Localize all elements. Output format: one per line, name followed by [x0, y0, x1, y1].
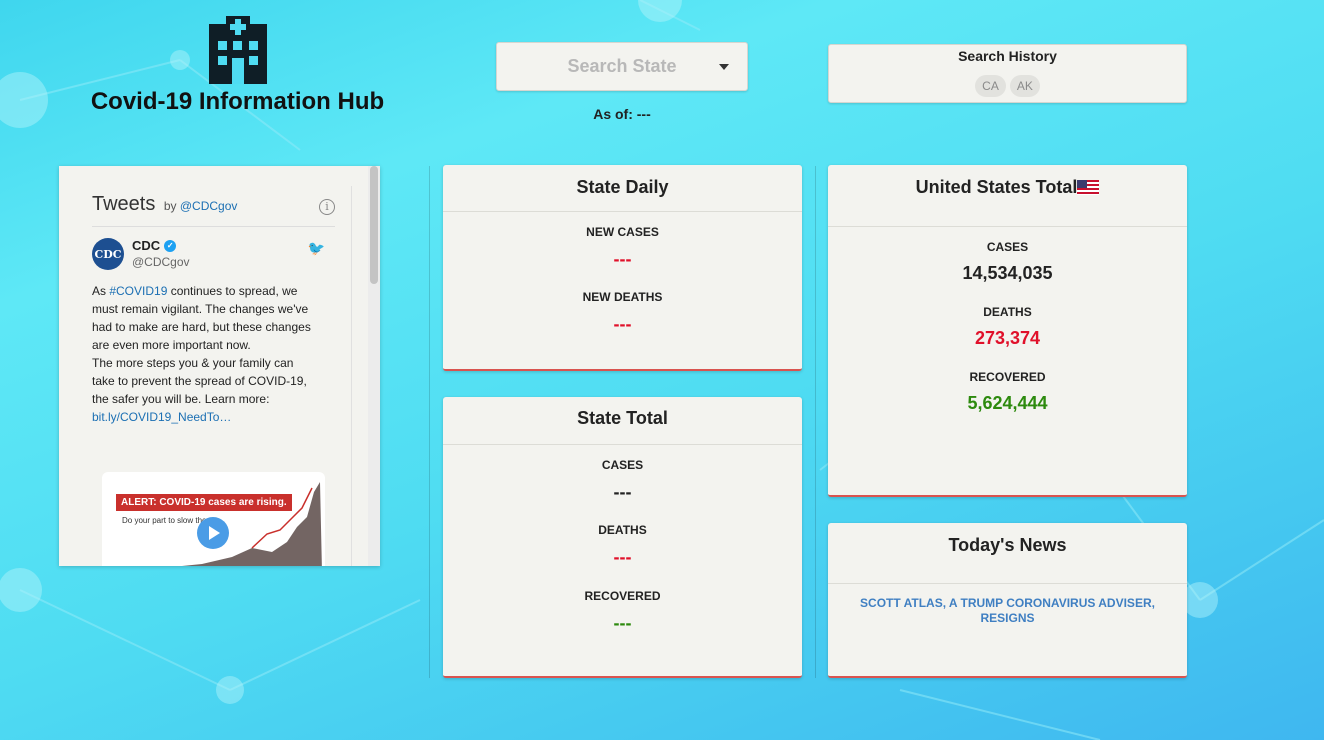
state-daily-title: State Daily — [576, 177, 669, 197]
search-history-panel: Search History CA AK — [828, 44, 1187, 103]
us-total-card: United States Total CASES 14,534,035 DEA… — [828, 165, 1187, 497]
tweet-body: As #COVID19 continues to spread, we must… — [92, 284, 311, 424]
us-deaths-label: DEATHS — [983, 305, 1032, 319]
state-total-card: State Total CASES --- DEATHS --- RECOVER… — [443, 397, 802, 678]
state-daily-card: State Daily NEW CASES --- NEW DEATHS --- — [443, 165, 802, 371]
author-handle: @CDCgov — [132, 255, 190, 269]
author-name[interactable]: CDC ✓ — [132, 238, 190, 253]
twitter-bird-icon[interactable]: 🐦 — [308, 240, 325, 257]
todays-news-card: Today's News SCOTT ATLAS, A TRUMP CORONA… — [828, 523, 1187, 678]
search-state-placeholder: Search State — [567, 56, 677, 76]
info-icon[interactable]: i — [319, 199, 335, 215]
tweet-link[interactable]: bit.ly/COVID19_NeedTo… — [92, 410, 231, 424]
as-of-label: As of: --- — [593, 106, 651, 122]
cdc-avatar[interactable]: CDC — [92, 238, 124, 270]
timeline-rail — [351, 186, 352, 566]
scrollbar-thumb[interactable] — [370, 166, 378, 284]
state-deaths-value: --- — [613, 547, 632, 567]
search-state-dropdown[interactable]: Search State — [496, 42, 748, 91]
us-flag-icon — [1077, 180, 1100, 195]
history-chip-ak[interactable]: AK — [1009, 75, 1040, 97]
search-history-chips: CA AK — [829, 75, 1186, 97]
us-total-title: United States Total — [828, 177, 1187, 198]
state-total-title: State Total — [577, 408, 668, 428]
state-recovered-value: --- — [613, 613, 632, 633]
news-title: Today's News — [948, 535, 1067, 555]
us-cases-label: CASES — [986, 240, 1029, 254]
state-deaths-label: DEATHS — [598, 523, 647, 537]
media-alert-text: ALERT: COVID-19 cases are rising. — [116, 494, 292, 511]
brand-header: Covid-19 Information Hub — [60, 10, 415, 116]
us-recovered-value: 5,624,444 — [967, 393, 1048, 413]
verified-badge-icon: ✓ — [164, 239, 177, 252]
play-icon[interactable] — [197, 517, 229, 549]
new-deaths-label: NEW DEATHS — [582, 290, 663, 304]
hospital-icon — [208, 16, 267, 84]
timeline-handle-link[interactable]: @CDCgov — [180, 199, 238, 213]
us-deaths-value: 273,374 — [974, 328, 1041, 348]
hashtag-link[interactable]: #COVID19 — [109, 284, 167, 298]
tweet-video-thumbnail[interactable]: ALERT: COVID-19 cases are rising. Do you… — [102, 472, 325, 566]
history-chip-ca[interactable]: CA — [975, 75, 1006, 97]
new-deaths-value: --- — [613, 314, 632, 334]
state-cases-label: CASES — [601, 458, 644, 472]
us-recovered-label: RECOVERED — [969, 370, 1046, 384]
app-title: Covid-19 Information Hub — [90, 88, 385, 115]
column-divider-left — [429, 166, 430, 678]
scrollbar[interactable] — [368, 166, 380, 566]
search-history-title: Search History — [958, 48, 1057, 64]
timeline-by: by @CDCgov — [163, 199, 238, 213]
state-recovered-label: RECOVERED — [584, 589, 661, 603]
us-cases-value: 14,534,035 — [962, 263, 1053, 283]
news-headline-link[interactable]: SCOTT ATLAS, A TRUMP CORONAVIRUS ADVISER… — [858, 596, 1157, 626]
tweet-author[interactable]: CDC CDC ✓ @CDCgov 🐦 — [92, 238, 335, 270]
column-divider-right — [815, 166, 816, 678]
chevron-down-icon — [719, 64, 729, 70]
timeline-title: Tweets — [92, 193, 156, 215]
new-cases-label: NEW CASES — [586, 225, 659, 239]
state-cases-value: --- — [613, 482, 632, 502]
timeline-header: Tweets by @CDCgov i — [92, 193, 335, 227]
new-cases-value: --- — [613, 249, 632, 269]
twitter-timeline-embed[interactable]: Tweets by @CDCgov i CDC CDC ✓ @CDCgov 🐦 A… — [59, 166, 380, 566]
